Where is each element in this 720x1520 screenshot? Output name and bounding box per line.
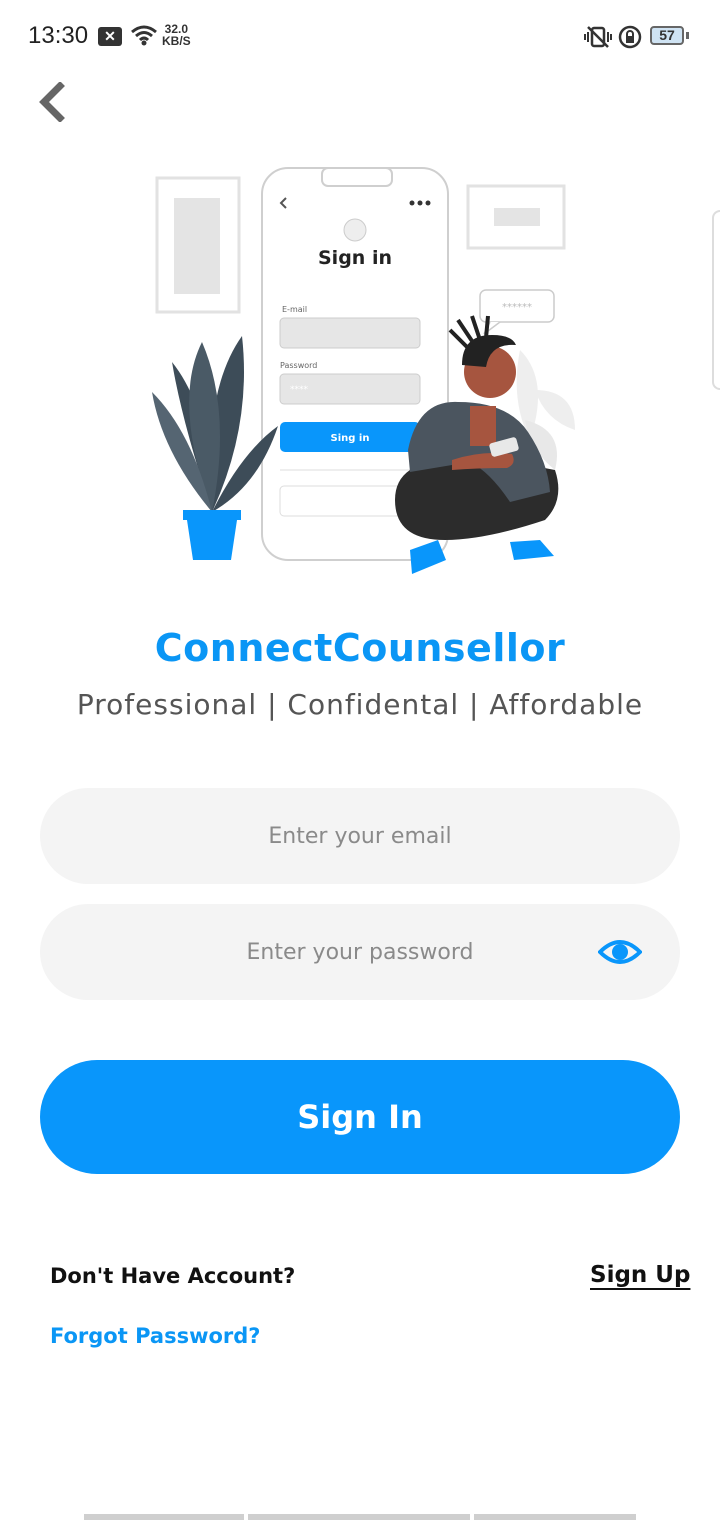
battery-indicator: 57 xyxy=(650,26,684,45)
net-speed: 32.0 KB/S xyxy=(162,23,191,47)
nav-bar-segment-center xyxy=(248,1514,470,1520)
signin-illustration: Sign in E-mail Password **** Sing in ***… xyxy=(152,167,575,574)
phone-signin-button: Sing in xyxy=(331,433,370,444)
phone-title: Sign in xyxy=(318,247,392,269)
forgot-password-link[interactable]: Forgot Password? xyxy=(50,1324,260,1348)
signin-button[interactable]: Sign In xyxy=(40,1060,680,1174)
eye-icon[interactable] xyxy=(598,932,642,972)
status-time: 13:30 xyxy=(28,22,89,49)
no-account-text: Don't Have Account? xyxy=(50,1264,296,1288)
phone-email-label: E-mail xyxy=(282,305,307,314)
vibrate-icon xyxy=(584,26,612,48)
password-input[interactable] xyxy=(40,904,680,1000)
wifi-icon xyxy=(131,25,157,46)
phone-password-mask: **** xyxy=(290,385,309,395)
nav-bar-segment-left xyxy=(84,1514,244,1520)
signup-link[interactable]: Sign Up xyxy=(590,1262,690,1288)
speech-bubble-text: ****** xyxy=(502,302,532,313)
password-field[interactable] xyxy=(40,904,680,1000)
notification-icon: ✕ xyxy=(98,27,122,46)
phone-password-label: Password xyxy=(280,361,317,370)
rotation-lock-icon xyxy=(618,25,642,49)
back-icon[interactable] xyxy=(32,82,72,122)
battery-tip xyxy=(686,32,689,39)
net-speed-unit: KB/S xyxy=(162,34,191,48)
edge-handle[interactable] xyxy=(712,210,720,390)
nav-bar-segment-right xyxy=(474,1514,636,1520)
tagline: Professional | Confidental | Affordable xyxy=(76,688,644,721)
email-field[interactable] xyxy=(40,788,680,884)
brand-name: ConnectCounsellor xyxy=(154,626,566,670)
email-input[interactable] xyxy=(40,788,680,884)
